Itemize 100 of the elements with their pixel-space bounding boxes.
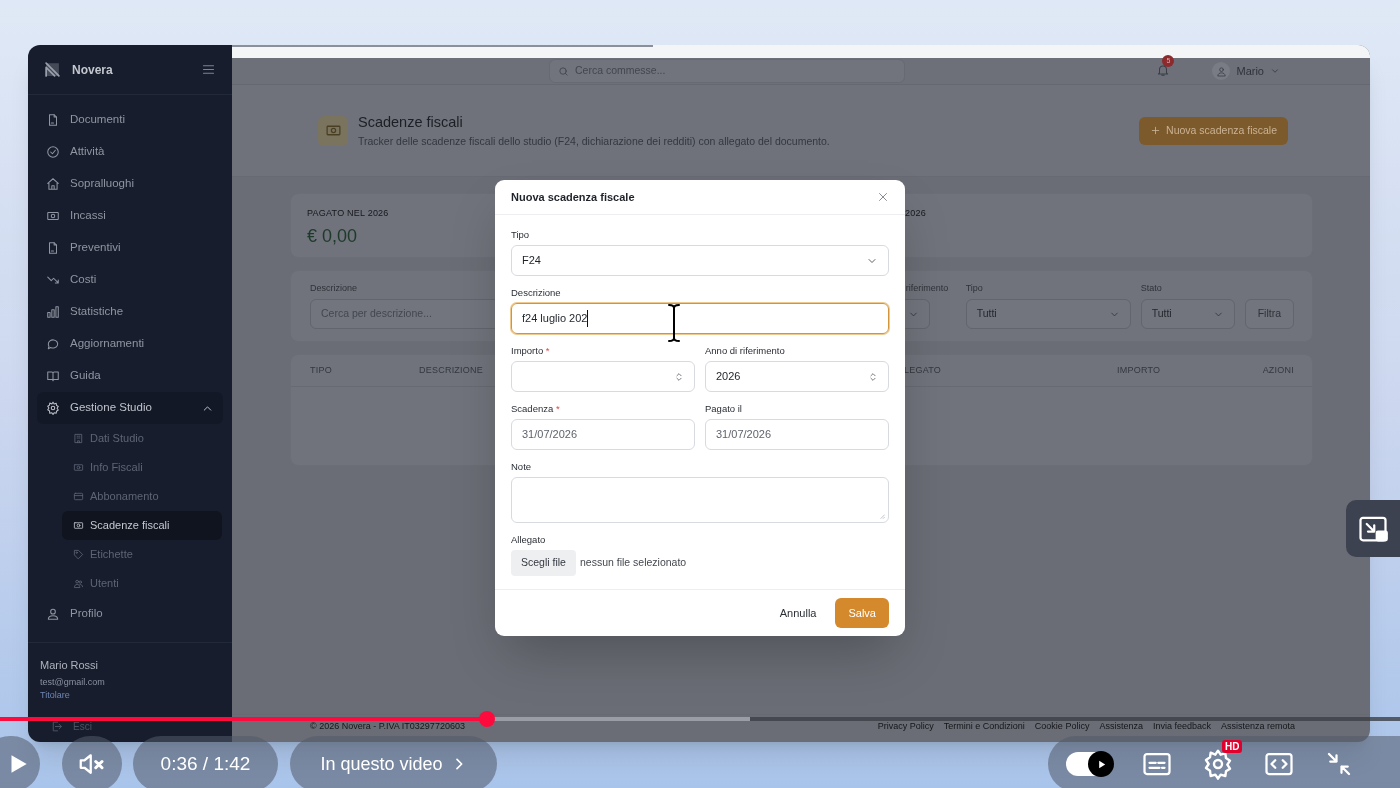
building-icon (73, 433, 84, 444)
progress-track[interactable] (0, 717, 1400, 721)
field-label: Allegato (511, 534, 546, 546)
date-field[interactable]: 31/07/2026 (705, 419, 889, 450)
book-icon (46, 369, 60, 383)
file-status: nessun file selezionato (579, 555, 687, 571)
settings-icon[interactable] (1202, 748, 1234, 780)
volume-button[interactable] (62, 736, 122, 788)
users-icon (73, 578, 84, 589)
save-button[interactable]: Salva (835, 598, 889, 628)
sidebar-item[interactable]: Guida (37, 360, 223, 392)
search-icon (558, 65, 569, 77)
banknote-icon (73, 520, 84, 531)
modal-title: Nuova scadenza fiscale (511, 189, 635, 205)
brand-name: Novera (72, 61, 113, 79)
card-icon (73, 491, 84, 502)
spinner-icon[interactable] (868, 370, 878, 383)
column-header: TIPO (310, 363, 332, 377)
footer-link[interactable]: Cookie Policy (1034, 719, 1090, 734)
new-deadline-button[interactable]: Nuova scadenza fiscale (1139, 116, 1288, 145)
user-name: Mario Rossi (40, 658, 100, 673)
footer-link[interactable]: Assistenza (1099, 719, 1143, 734)
sidebar-item[interactable]: Statistiche (37, 296, 223, 328)
user-icon (46, 607, 60, 621)
autoplay-toggle[interactable] (1066, 752, 1112, 776)
tag-icon (73, 549, 84, 560)
page-title: Scadenze fiscali (358, 112, 464, 132)
sidebar-item[interactable]: Profilo (37, 598, 223, 630)
field-label: Tipo (511, 229, 530, 241)
footer-link[interactable]: Invia feedback (1152, 719, 1211, 734)
number-field[interactable] (511, 361, 695, 392)
menu-icon[interactable] (201, 62, 216, 77)
banknote-icon (73, 462, 84, 473)
chapters-button[interactable]: In questo video (290, 736, 497, 788)
user-menu[interactable]: Mario (1212, 62, 1280, 80)
banknote-icon (46, 209, 60, 223)
column-header: DESCRIZIONE (419, 363, 483, 377)
user-role: Titolare (40, 689, 70, 702)
page-subtitle: Tracker delle scadenze fiscali dello studio (F24, dichiarazione dei redditi) con allegato del documento. (358, 133, 830, 149)
bar-chart-icon (46, 305, 60, 319)
copyright-text: © 2026 Novera - P.IVA IT03297720603 (310, 719, 465, 733)
sidebar-subitem[interactable]: Utenti (62, 569, 222, 598)
quality-badge: HD (1222, 740, 1243, 753)
logo-icon (44, 61, 61, 78)
sidebar-subitem[interactable]: Abbonamento (62, 482, 222, 511)
number-field[interactable]: 2026 (705, 361, 889, 392)
text-field[interactable]: f24 luglio 202 (511, 303, 889, 334)
logout-icon (50, 719, 63, 733)
column-header: AZIONI (1262, 363, 1294, 377)
select-field[interactable]: Tutti (1140, 299, 1235, 329)
date-field[interactable]: 31/07/2026 (511, 419, 695, 450)
bell-icon[interactable] (1156, 63, 1171, 77)
sidebar-subitem[interactable]: Etichette (62, 540, 222, 569)
field-label: riferimento (904, 281, 949, 295)
sidebar-item[interactable]: Aggiornamenti (37, 328, 223, 360)
stat-label: 2026 (905, 207, 926, 220)
select-field[interactable]: Tutti (965, 299, 1131, 329)
sidebar-subitem[interactable]: Info Fiscali (62, 453, 222, 482)
sidebar-subitem[interactable]: Scadenze fiscali (62, 511, 222, 540)
column-header: IMPORTO (1117, 363, 1161, 377)
field-label: Stato (1140, 281, 1162, 295)
stat-label: PAGATO NEL 2026 (307, 207, 389, 220)
user-icon (1216, 65, 1227, 77)
sidebar-item[interactable]: Documenti (37, 104, 223, 136)
text-cursor-icon (667, 303, 681, 343)
spinner-icon[interactable] (674, 370, 684, 383)
home-icon (46, 177, 60, 191)
filter-button[interactable]: Filtra (1244, 299, 1294, 329)
user-email: test@gmail.com (40, 675, 105, 689)
select-field[interactable]: F24 (511, 245, 889, 276)
chat-bubble-icon (46, 337, 60, 351)
footer-link[interactable]: Assistenza remota (1220, 719, 1295, 734)
resize-handle-icon[interactable] (878, 512, 885, 519)
gear-icon (46, 401, 60, 415)
plus-icon (1150, 125, 1162, 136)
field-label: Note (511, 461, 532, 473)
field-label: Tipo (965, 281, 983, 295)
sidebar-item[interactable]: Attività (37, 136, 223, 168)
notes-field[interactable] (511, 477, 889, 523)
field-label: Anno di riferimento (705, 345, 785, 357)
field-label: Scadenza * (511, 403, 560, 415)
field-label: Descrizione (310, 281, 358, 295)
footer-link[interactable]: Termini e Condizioni (943, 719, 1025, 734)
sidebar-item[interactable]: Gestione Studio (37, 392, 223, 424)
field-label: Descrizione (511, 287, 561, 299)
close-icon[interactable] (877, 191, 889, 203)
sidebar-item[interactable]: Costi (37, 264, 223, 296)
sidebar-item[interactable]: Incassi (37, 200, 223, 232)
miniplayer-button[interactable] (1346, 500, 1400, 557)
sidebar-item[interactable]: Preventivi (37, 232, 223, 264)
choose-file-button[interactable]: Scegli file (511, 550, 576, 576)
sidebar-item[interactable]: Sopralluoghi (37, 168, 223, 200)
field-label: Pagato il (705, 403, 742, 415)
footer-link[interactable]: Privacy Policy (877, 719, 934, 734)
cancel-button[interactable]: Annulla (779, 598, 817, 628)
sidebar-subitem[interactable]: Dati Studio (62, 424, 222, 453)
document-icon (46, 113, 60, 127)
check-circle-icon (46, 145, 60, 159)
trend-down-icon (46, 273, 60, 287)
caret-icon (1270, 66, 1280, 76)
